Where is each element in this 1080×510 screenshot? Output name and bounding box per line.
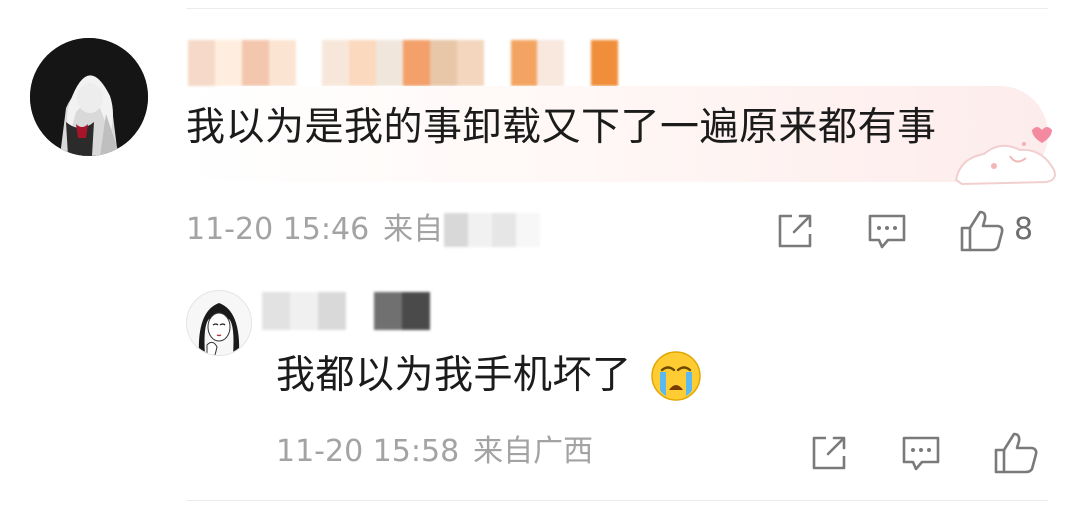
commenter-name-blurred[interactable] <box>188 40 618 86</box>
replier-name-blurred[interactable] <box>262 292 432 330</box>
like-count: 8 <box>1014 212 1034 247</box>
crying-face-emoji-icon <box>651 351 701 401</box>
comment-timestamp: 11-20 15:46 <box>186 212 370 247</box>
reply-source: 来自广西 <box>473 434 594 469</box>
bottom-divider <box>186 500 1048 501</box>
comment-icon <box>902 436 940 471</box>
reply-timestamp: 11-20 15:58 <box>276 434 460 469</box>
sleeping-cat-decoration-icon <box>954 127 1056 186</box>
reply-like-button[interactable] <box>992 428 1040 476</box>
comment-text: 我以为是我的事卸载又下了一遍原来都有事 <box>186 105 937 150</box>
comment-button[interactable] <box>864 208 910 254</box>
comment-meta: 11-20 15:46 来自 <box>186 215 443 245</box>
reply-comment-button[interactable] <box>898 430 944 476</box>
commenter-avatar[interactable] <box>30 38 148 156</box>
reply-text: 我都以为我手机坏了 <box>276 353 632 398</box>
share-button[interactable] <box>772 208 818 254</box>
share-icon <box>812 436 846 470</box>
top-divider <box>186 8 1048 9</box>
comment-source-blurred <box>444 213 540 247</box>
thumbs-up-icon <box>994 432 1038 474</box>
like-button[interactable]: 8 <box>958 206 1033 254</box>
share-icon <box>778 214 812 248</box>
reply-meta: 11-20 15:58 来自广西 <box>276 437 593 467</box>
reply-share-button[interactable] <box>806 430 852 476</box>
anime-character-avatar-icon <box>30 38 148 156</box>
thumbs-up-icon <box>960 210 1004 252</box>
comment-source-prefix: 来自 <box>383 212 444 247</box>
comment-icon <box>868 214 906 249</box>
replier-avatar[interactable] <box>186 290 252 356</box>
sketch-girl-avatar-icon <box>187 291 251 355</box>
